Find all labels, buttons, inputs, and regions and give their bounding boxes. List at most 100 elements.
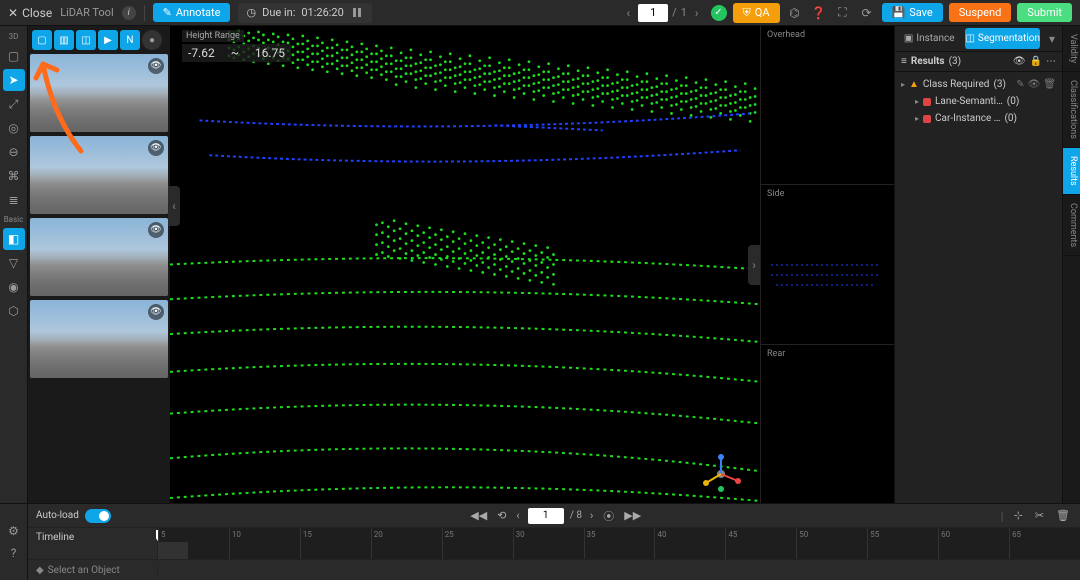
point-cloud (170, 26, 760, 503)
page-prev-icon[interactable]: ‹ (623, 6, 635, 20)
eye-icon[interactable]: 👁 (148, 140, 164, 156)
camera-thumb-1[interactable]: 👁 (30, 54, 168, 132)
left-toolbar: 3D ▢ ➤ ⤢ ◎ ⊖ ⌘ ≣ Basic ◧ ▽ ◉ ⬡ (0, 26, 28, 503)
target-tool[interactable]: ◎ (3, 117, 25, 139)
thumb-tool-4[interactable]: ▶ (98, 30, 118, 50)
camera-thumb-4[interactable]: 👁 (30, 300, 168, 378)
page-next-icon[interactable]: › (691, 6, 703, 20)
skip-forward-icon[interactable]: ▶▶ (622, 509, 643, 522)
next-frame-icon[interactable]: › (588, 509, 595, 522)
camera-thumb-3[interactable]: 👁 (30, 218, 168, 296)
lasso-tool[interactable]: ◉ (3, 276, 25, 298)
timeline-tick: 40 (654, 528, 725, 559)
sliders-icon[interactable]: ⊹ (1012, 509, 1025, 522)
layers-tool[interactable]: ≣ (3, 189, 25, 211)
basic-label: Basic (4, 215, 24, 224)
eye-icon[interactable]: 👁 (148, 304, 164, 320)
step-forward-icon[interactable]: ⦿ (601, 508, 616, 524)
annotate-label: Annotate (176, 6, 221, 19)
vtab-validity[interactable]: Validity (1063, 26, 1080, 72)
suspend-button[interactable]: Suspend (949, 3, 1012, 22)
divider: | (1001, 509, 1004, 523)
link-tool[interactable]: ⌘ (3, 165, 25, 187)
filter-icon[interactable]: ▾ (1042, 26, 1062, 51)
autoload-toggle[interactable] (85, 509, 111, 523)
side-view[interactable]: Side (761, 185, 894, 344)
expand-viewer-button[interactable]: › (748, 245, 760, 285)
tree-item-class-required[interactable]: ▸ ▲ Class Required (3) ✎👁🗑 (897, 76, 1060, 93)
vtab-comments[interactable]: Comments (1063, 195, 1080, 256)
tree-item-car[interactable]: ▸ Car-Instance … (0) (897, 110, 1060, 127)
eye-icon[interactable]: 👁 (148, 58, 164, 74)
eye-icon[interactable]: 👁 (148, 222, 164, 238)
thumb-record-icon[interactable]: ● (142, 30, 162, 50)
collapse-thumbs-button[interactable]: ‹ (168, 186, 180, 226)
annotate-button[interactable]: ✎ Annotate (153, 3, 231, 22)
timeline-tick: 30 (513, 528, 584, 559)
side-label: Side (767, 189, 784, 199)
timeline-help-icon[interactable]: ? (3, 542, 25, 564)
tab-segmentation[interactable]: ◫ Segmentation (965, 28, 1040, 49)
delete-icon[interactable]: 🗑 (1054, 509, 1072, 522)
resize-tool[interactable]: ⤢ (3, 93, 25, 115)
tab-instance[interactable]: ▣ Instance (895, 26, 963, 51)
refresh-icon[interactable]: ⟳ (858, 4, 876, 22)
more-icon[interactable]: ⋯ (1046, 56, 1056, 67)
camera-thumb-2[interactable]: 👁 (30, 136, 168, 214)
tree-count: (0) (1007, 96, 1020, 107)
mode-3d-label: 3D (9, 32, 19, 41)
circle-tool[interactable]: ⊖ (3, 141, 25, 163)
step-back-icon[interactable]: ⟲ (495, 509, 508, 522)
right-panel: ▣ Instance ◫ Segmentation ▾ ≡ Results (3… (894, 26, 1062, 503)
edit-icon[interactable]: ✎ (1016, 79, 1024, 90)
lidar-3d-viewer[interactable]: Height Range -7.62 ~ 16.75 › (170, 26, 760, 503)
shield-icon: ⛨ (743, 6, 751, 20)
save-button[interactable]: 💾 Save (882, 3, 943, 22)
close-button[interactable]: ✕ Close (8, 6, 52, 20)
pencil-icon: ✎ (163, 6, 172, 19)
info-icon[interactable]: i (122, 6, 136, 20)
prev-frame-icon[interactable]: ‹ (514, 509, 521, 522)
page-pager: ‹ / 1 › (623, 4, 703, 22)
tree-label: Class Required (923, 79, 990, 90)
trash-icon[interactable]: 🗑 (1043, 79, 1056, 90)
filter-tool[interactable]: ▽ (3, 252, 25, 274)
pointer-tool[interactable]: ➤ (3, 69, 25, 91)
thumb-tool-3[interactable]: ◫ (76, 30, 96, 50)
timeline-track[interactable]: 5101520253035404550556065 (158, 528, 1080, 559)
frame-input[interactable] (528, 508, 564, 524)
cube-tool[interactable]: ▢ (3, 45, 25, 67)
thumb-tool-1[interactable]: ▢ (32, 30, 52, 50)
eye-all-icon[interactable]: 👁 (1013, 56, 1026, 67)
segmentation-icon: ◫ (965, 33, 974, 44)
fullscreen-icon[interactable]: ⛶ (834, 4, 852, 22)
timeline-settings-icon[interactable]: ⚙ (3, 520, 25, 542)
vtab-results[interactable]: Results (1063, 148, 1080, 195)
due-prefix: Due in: (262, 6, 295, 19)
overhead-view[interactable]: Overhead (761, 26, 894, 185)
polygon-tool[interactable]: ⬡ (3, 300, 25, 322)
submit-button[interactable]: Submit (1017, 3, 1072, 22)
right-vertical-tabs: Validity Classifications Results Comment… (1062, 26, 1080, 503)
pause-icon[interactable] (350, 6, 364, 20)
bug-icon[interactable]: ⌬ (786, 4, 804, 22)
qa-button[interactable]: ⛨ QA (733, 3, 780, 23)
thumb-tool-5[interactable]: N (120, 30, 140, 50)
submit-label: Submit (1027, 6, 1062, 19)
cut-icon[interactable]: ✂ (1033, 509, 1046, 522)
axis-gizmo-icon[interactable] (698, 451, 744, 497)
skip-back-icon[interactable]: ◀◀ (468, 509, 489, 522)
rear-view[interactable]: Rear (761, 345, 894, 503)
save-label: Save (909, 6, 933, 19)
page-input[interactable] (638, 4, 668, 22)
help-icon[interactable]: ❓ (810, 4, 828, 22)
tree-label: Lane-Semanti… (935, 96, 1003, 107)
lock-icon[interactable]: 🔒 (1030, 56, 1042, 67)
tree-item-lane[interactable]: ▸ Lane-Semanti… (0) (897, 93, 1060, 110)
chevron-right-icon: ▸ (915, 97, 919, 106)
brush-tool[interactable]: ◧ (3, 228, 25, 250)
thumb-tool-2[interactable]: ▥ (54, 30, 74, 50)
vtab-classifications[interactable]: Classifications (1063, 72, 1080, 148)
eye-icon[interactable]: 👁 (1028, 79, 1041, 90)
timeline-tick: 10 (229, 528, 300, 559)
